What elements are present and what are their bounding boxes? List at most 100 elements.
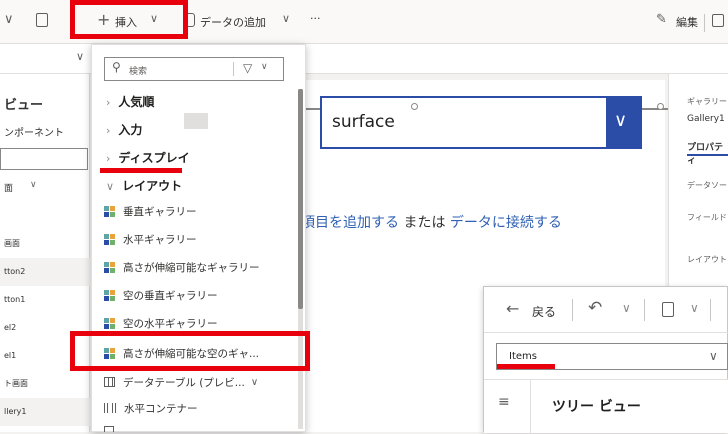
gallery-icon <box>104 289 115 301</box>
properties-tab[interactable]: プロパティ <box>687 140 728 166</box>
menu-item-horizontal-gallery[interactable]: 水平ギャラリー <box>104 226 197 252</box>
chevron-down-icon[interactable]: ∨ <box>4 12 14 27</box>
data-source-label: データソー <box>687 181 727 190</box>
dropdown-value: surface <box>332 112 395 132</box>
chevron-right-icon: › <box>106 96 111 109</box>
resize-handle[interactable] <box>411 103 418 110</box>
tooltip-placeholder <box>184 113 208 129</box>
property-value: Items <box>509 351 537 362</box>
highlight-insert-button <box>70 0 188 39</box>
gallery-icon <box>104 205 115 217</box>
resize-handle[interactable] <box>657 103 664 110</box>
tree-item[interactable]: ト画面 <box>0 370 90 398</box>
tab-underline <box>687 154 728 156</box>
tree-view-pane: ビュー ンポーネント 面 ∨ 画面 tton2 tton1 el2 el1 ト画… <box>0 74 90 432</box>
tree-item[interactable]: 画面 <box>0 230 90 258</box>
screen-filter-label[interactable]: 面 <box>4 181 13 194</box>
gallery-icon <box>104 261 115 273</box>
toolbar-divider <box>572 299 573 321</box>
highlight-menu-item <box>70 331 310 371</box>
chevron-right-icon: › <box>106 124 111 137</box>
menu-item-flexible-height-gallery[interactable]: 高さが伸縮可能なギャラリー <box>104 254 260 280</box>
container-icon <box>104 426 114 432</box>
chevron-down-icon: ∨ <box>250 376 259 388</box>
category-popular[interactable]: › 人気順 <box>106 93 154 110</box>
toolbar-divider <box>704 14 705 32</box>
tree-search-input[interactable] <box>0 148 88 170</box>
connect-data-link[interactable]: データに接続する <box>450 215 562 231</box>
control-type-label: ギャラリー <box>687 97 727 106</box>
components-tab[interactable]: ンポーネント <box>4 124 64 139</box>
hint-or-text: または <box>403 215 446 231</box>
tree-item[interactable]: tton1 <box>0 286 90 314</box>
menu-item-vertical-gallery[interactable]: 垂直ギャラリー <box>104 198 197 224</box>
more-button[interactable]: ··· <box>310 12 321 25</box>
highlight-layout-underline <box>100 168 182 173</box>
gallery-dropdown-control[interactable]: surface ∨ <box>320 96 642 149</box>
search-divider <box>233 62 234 76</box>
chevron-down-icon[interactable]: ∨ <box>261 62 268 72</box>
menu-item-label: 空の水平ギャラリー <box>123 317 218 330</box>
paste-icon[interactable] <box>662 302 674 317</box>
dropdown-button[interactable]: ∨ <box>606 98 642 147</box>
chevron-right-icon: › <box>106 152 111 165</box>
menu-item-label: データテーブル (プレビ... <box>123 376 245 389</box>
insert-search-input[interactable]: ⚲ 検索 ▽ ∨ <box>104 57 284 81</box>
fields-label[interactable]: フィールド <box>687 212 727 223</box>
gallery-icon <box>104 317 115 329</box>
toolbar-divider <box>530 380 531 434</box>
search-icon: ⚲ <box>112 60 121 74</box>
layout-label: レイアウト <box>687 255 727 264</box>
insert-menu: ⚲ 検索 ▽ ∨ › 人気順 › 入力 › ディスプレイ ∨ レイアウト 垂直ギャラリー… <box>91 44 306 432</box>
chevron-down-icon: ∨ <box>614 110 628 131</box>
toolbar-divider <box>644 299 645 321</box>
search-placeholder: 検索 <box>129 67 148 77</box>
share-icon[interactable] <box>712 14 724 27</box>
arrow-left-icon[interactable]: ← <box>506 299 519 318</box>
control-name: Gallery1 <box>687 114 725 124</box>
edit-button[interactable]: 編集 <box>676 14 698 30</box>
chevron-down-icon[interactable]: ∨ <box>622 301 631 315</box>
gallery-icon <box>104 233 115 245</box>
inset-toolbar: ← 戻る ↶ ∨ ∨ <box>484 287 728 333</box>
menu-item-blank-vertical-gallery[interactable]: 空の垂直ギャラリー <box>104 282 218 308</box>
category-input[interactable]: › 入力 <box>106 121 142 138</box>
menu-item-label: 水平ギャラリー <box>123 233 197 246</box>
menu-item-label: 空の垂直ギャラリー <box>123 289 218 302</box>
filter-icon[interactable]: ▽ <box>243 61 252 75</box>
table-icon <box>104 377 115 387</box>
chevron-down-icon: ∨ <box>709 349 718 363</box>
category-label: 入力 <box>118 123 143 137</box>
chevron-down-icon: ∨ <box>282 12 291 25</box>
container-icon <box>104 403 116 413</box>
chevron-down-icon: ∨ <box>106 180 115 193</box>
menu-item-label: 水平コンテナー <box>124 402 198 415</box>
tree-view-title: ビュー <box>4 98 44 113</box>
tree-view-panel-inset: ← 戻る ↶ ∨ ∨ Items ∨ ≡ ツリー ビュー <box>483 286 728 434</box>
highlight-items-underline <box>497 364 555 369</box>
hamburger-icon[interactable]: ≡ <box>498 394 510 410</box>
pencil-icon: ✎ <box>656 12 667 27</box>
add-item-link[interactable]: 項目を追加する <box>301 215 399 231</box>
tree-item[interactable]: tton2 <box>0 258 90 286</box>
category-label: ディスプレイ <box>118 151 190 165</box>
empty-gallery-hint: 項目を追加する または データに接続する <box>301 212 562 232</box>
menu-item-data-table[interactable]: データテーブル (プレビ... ∨ <box>104 369 258 395</box>
paste-icon[interactable] <box>36 13 48 27</box>
back-button[interactable]: 戻る <box>532 303 556 320</box>
menu-item-horizontal-container[interactable]: 水平コンテナー <box>104 395 198 421</box>
chevron-down-icon[interactable]: ∨ <box>690 301 699 315</box>
menu-item-label: 垂直ギャラリー <box>123 205 197 218</box>
undo-icon[interactable]: ↶ <box>588 298 602 318</box>
inset-tree-title: ツリー ビュー <box>552 399 641 415</box>
category-label: レイアウト <box>122 179 183 193</box>
category-label: 人気順 <box>118 95 155 109</box>
category-layout[interactable]: ∨ レイアウト <box>106 177 182 194</box>
chevron-down-icon[interactable]: ∨ <box>30 180 37 190</box>
tree-item[interactable]: llery1 <box>0 398 90 426</box>
category-display[interactable]: › ディスプレイ <box>106 149 190 166</box>
chevron-down-icon[interactable]: ∨ <box>76 50 84 63</box>
toolbar-divider <box>710 299 711 321</box>
add-data-button[interactable]: データの追加 <box>200 14 266 30</box>
menu-scrollbar-thumb[interactable] <box>298 89 303 309</box>
